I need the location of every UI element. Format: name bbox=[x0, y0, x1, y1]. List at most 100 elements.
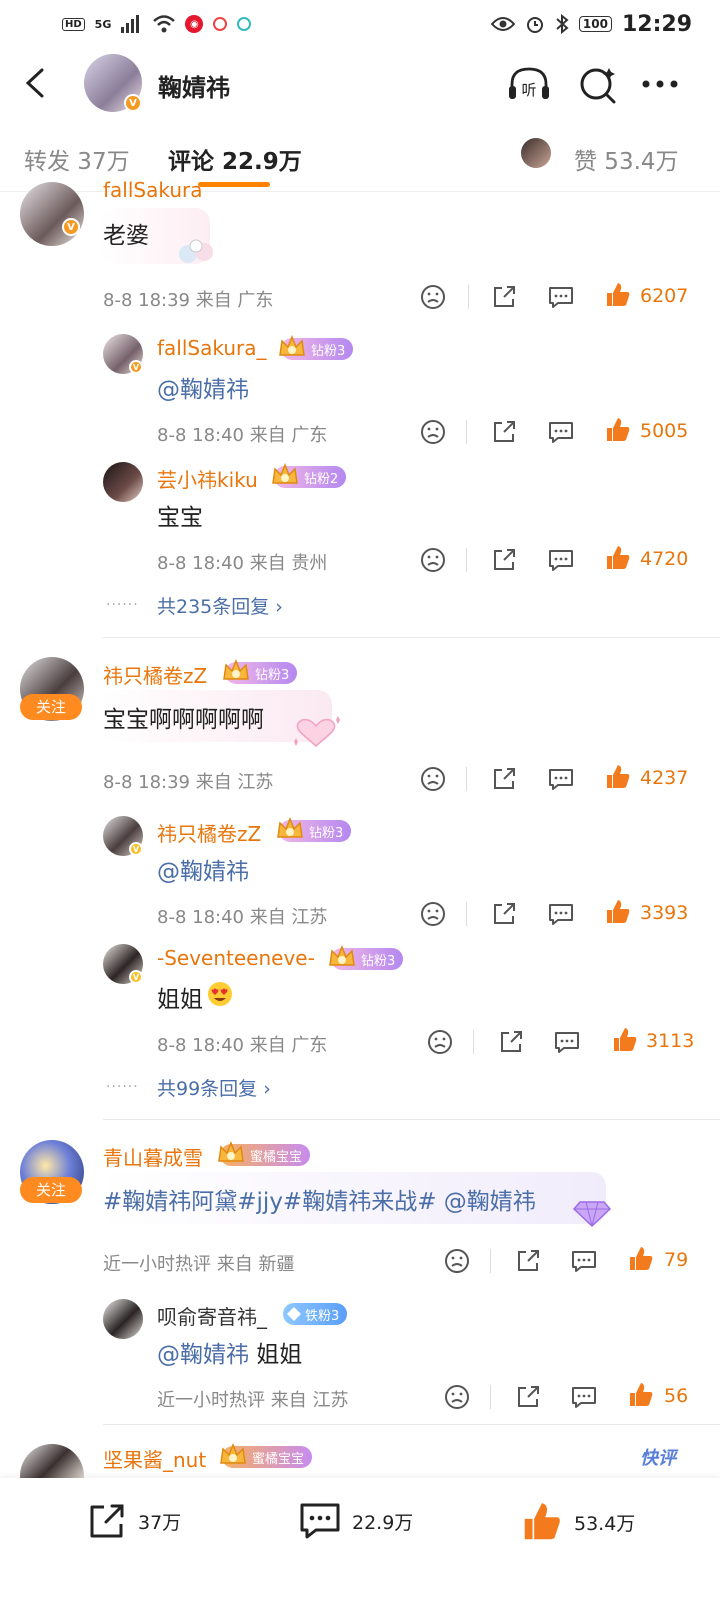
profile-avatar[interactable]: V bbox=[84, 54, 142, 112]
like-icon[interactable] bbox=[604, 898, 632, 926]
divider bbox=[490, 1249, 491, 1273]
sparkle-search-icon[interactable] bbox=[578, 64, 618, 104]
reply-icon[interactable] bbox=[553, 1028, 581, 1056]
divider bbox=[466, 420, 467, 444]
mention-link[interactable]: @鞠婧祎 bbox=[157, 377, 249, 403]
repost-icon bbox=[90, 1504, 124, 1538]
reply-text: 宝宝 bbox=[157, 505, 203, 531]
commenter-avatar[interactable]: V bbox=[20, 182, 84, 246]
like-count: 4237 bbox=[640, 767, 689, 789]
verified-badge-icon: V bbox=[124, 94, 142, 112]
clock: 12:29 bbox=[621, 11, 692, 37]
like-icon[interactable] bbox=[604, 416, 632, 444]
status-left: HD 5G ◉ bbox=[62, 15, 252, 33]
reply-icon[interactable] bbox=[547, 418, 575, 446]
comment-text: 宝宝啊啊啊啊啊 bbox=[103, 707, 264, 733]
dislike-icon[interactable] bbox=[419, 765, 447, 793]
verified-badge-icon: V bbox=[129, 842, 143, 856]
share-icon[interactable] bbox=[514, 1247, 542, 1275]
like-count: 56 bbox=[664, 1385, 689, 1407]
tab-comments[interactable]: 评论 22.9万 bbox=[168, 142, 302, 176]
listen-icon[interactable]: 听 bbox=[506, 64, 552, 104]
commenter-name[interactable]: 青山暮成雪 bbox=[103, 1142, 203, 1171]
comment-text: #鞠婧祎阿黛#jjy#鞠婧祎来战# @鞠婧祎 bbox=[103, 1182, 536, 1216]
dislike-icon[interactable] bbox=[419, 283, 447, 311]
like-icon[interactable] bbox=[604, 281, 632, 309]
reply-avatar[interactable] bbox=[103, 1299, 143, 1339]
reply-text: 姐姐 bbox=[157, 987, 203, 1013]
reply-avatar[interactable] bbox=[103, 462, 143, 502]
follow-button[interactable]: 关注 bbox=[20, 1177, 82, 1203]
commenter-name[interactable]: 祎只橘卷zZ bbox=[103, 660, 207, 689]
like-count: 3113 bbox=[646, 1030, 695, 1052]
reply-name[interactable]: 祎只橘卷zZ bbox=[157, 818, 261, 847]
reply-icon[interactable] bbox=[547, 900, 575, 928]
reply-name[interactable]: 呗俞寄音祎_ bbox=[157, 1301, 267, 1330]
mention-link[interactable]: @鞠婧祎 bbox=[157, 859, 249, 885]
share-icon[interactable] bbox=[514, 1383, 542, 1411]
share-icon[interactable] bbox=[497, 1028, 525, 1056]
like-icon[interactable] bbox=[611, 1026, 639, 1054]
mention-link[interactable]: @鞠婧祎 bbox=[436, 1189, 536, 1215]
reply-name[interactable]: 芸小祎kiku bbox=[157, 464, 258, 493]
reply-text: @鞠婧祎 姐姐 bbox=[157, 1342, 303, 1368]
comment-meta: 8-8 18:39 来自 广东 bbox=[103, 290, 274, 311]
page-title[interactable]: 鞠婧祎 bbox=[158, 68, 230, 103]
dislike-icon[interactable] bbox=[419, 546, 447, 574]
commenter-name[interactable]: fallSakura_ bbox=[103, 178, 212, 198]
tab-likes[interactable]: 赞 53.4万 bbox=[574, 142, 679, 176]
bubble-decoration-icon bbox=[179, 239, 213, 263]
reply-name[interactable]: fallSakura_ bbox=[157, 336, 266, 360]
wifi-icon bbox=[153, 15, 176, 33]
like-count: 4720 bbox=[640, 548, 689, 570]
follow-button[interactable]: 关注 bbox=[20, 694, 82, 720]
share-icon[interactable] bbox=[490, 546, 518, 574]
heart-decoration-icon bbox=[294, 716, 340, 747]
repost-button[interactable]: 37万 bbox=[86, 1500, 181, 1542]
reply-meta: 8-8 18:40 来自 广东 bbox=[157, 425, 328, 446]
like-icon[interactable] bbox=[604, 544, 632, 572]
share-icon[interactable] bbox=[490, 418, 518, 446]
hashtag-link[interactable]: #鞠婧祎阿黛#jjy#鞠婧祎来战# bbox=[103, 1189, 436, 1215]
dislike-icon[interactable] bbox=[443, 1383, 471, 1411]
dislike-icon[interactable] bbox=[419, 900, 447, 928]
more-replies-link[interactable]: 共99条回复 › bbox=[157, 1074, 271, 1101]
share-icon[interactable] bbox=[490, 283, 518, 311]
like-total: 53.4万 bbox=[574, 1512, 636, 1535]
tab-repost[interactable]: 转发 37万 bbox=[24, 142, 130, 176]
thread-dots: ······ bbox=[106, 1079, 139, 1095]
comment-button[interactable]: 22.9万 bbox=[298, 1500, 413, 1542]
mention-link[interactable]: @鞠婧祎 bbox=[157, 1342, 249, 1368]
reply-avatar[interactable]: V bbox=[103, 816, 143, 856]
divider bbox=[466, 548, 467, 572]
battery-indicator: 100 bbox=[578, 16, 612, 32]
reply-avatar[interactable]: V bbox=[103, 944, 143, 984]
like-count: 6207 bbox=[640, 285, 689, 307]
commenter-name[interactable]: 坚果酱_nut bbox=[103, 1444, 206, 1473]
app-dot-icon bbox=[237, 17, 252, 31]
share-icon[interactable] bbox=[490, 765, 518, 793]
reply-icon[interactable] bbox=[547, 546, 575, 574]
reply-avatar[interactable]: V bbox=[103, 334, 143, 374]
dislike-icon[interactable] bbox=[443, 1247, 471, 1275]
more-icon[interactable] bbox=[640, 78, 680, 90]
like-icon[interactable] bbox=[627, 1381, 655, 1409]
dislike-icon[interactable] bbox=[426, 1028, 454, 1056]
share-icon[interactable] bbox=[490, 900, 518, 928]
like-icon[interactable] bbox=[604, 763, 632, 791]
like-icon[interactable] bbox=[627, 1245, 655, 1273]
quick-review-button[interactable]: 快评 bbox=[640, 1444, 676, 1470]
like-button[interactable]: 53.4万 bbox=[520, 1500, 635, 1544]
status-bar: HD 5G ◉ 100 12:29 bbox=[0, 0, 720, 48]
crown-icon bbox=[223, 658, 249, 680]
commenter-avatar[interactable] bbox=[20, 1444, 84, 1478]
reply-name[interactable]: -Seventeeneve- bbox=[157, 946, 315, 970]
more-replies-link[interactable]: 共235条回复 › bbox=[157, 592, 283, 619]
reply-icon[interactable] bbox=[570, 1247, 598, 1275]
dislike-icon[interactable] bbox=[419, 418, 447, 446]
thread-dots: ······ bbox=[106, 597, 139, 613]
reply-icon[interactable] bbox=[570, 1383, 598, 1411]
back-icon[interactable] bbox=[22, 68, 52, 98]
reply-icon[interactable] bbox=[547, 765, 575, 793]
reply-icon[interactable] bbox=[547, 283, 575, 311]
